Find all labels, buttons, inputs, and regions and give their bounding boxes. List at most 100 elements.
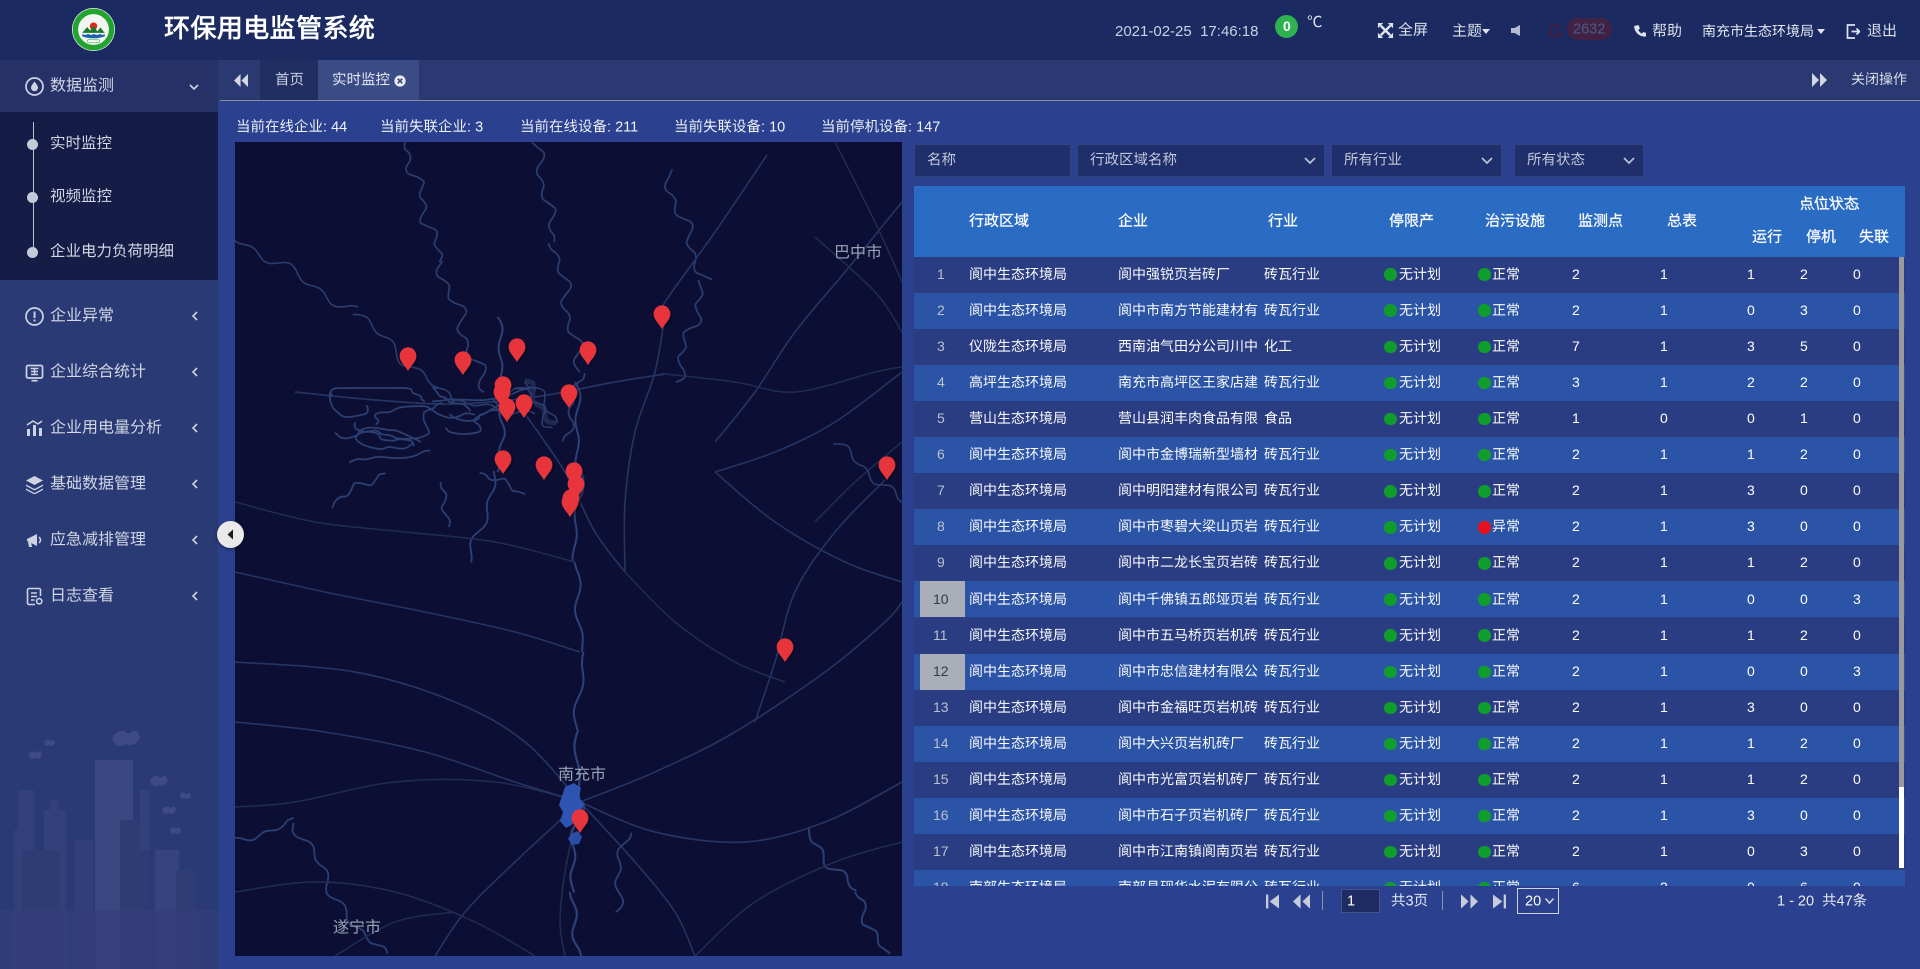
svg-text:4: 4 xyxy=(937,374,945,390)
svg-text:2: 2 xyxy=(1572,301,1580,317)
svg-text:0: 0 xyxy=(1853,374,1861,390)
svg-text:3: 3 xyxy=(1747,518,1755,534)
svg-text:0: 0 xyxy=(1800,482,1808,498)
svg-text:2: 2 xyxy=(1572,699,1580,715)
svg-text:3: 3 xyxy=(475,119,483,135)
svg-text:0: 0 xyxy=(1853,626,1861,642)
svg-text:1: 1 xyxy=(1660,374,1668,390)
svg-text:2: 2 xyxy=(1800,735,1808,751)
svg-text:1: 1 xyxy=(1747,771,1755,787)
svg-text:0: 0 xyxy=(1853,699,1861,715)
svg-text:10: 10 xyxy=(769,119,785,135)
svg-text::: : xyxy=(908,119,912,135)
svg-text:1: 1 xyxy=(1660,626,1668,642)
svg-text:2: 2 xyxy=(1572,518,1580,534)
svg-text:2: 2 xyxy=(1572,663,1580,679)
svg-text:1: 1 xyxy=(1347,893,1355,909)
svg-text:-: - xyxy=(1789,893,1794,909)
svg-text:0: 0 xyxy=(1853,410,1861,426)
svg-text:0: 0 xyxy=(1853,265,1861,281)
svg-text:1: 1 xyxy=(1660,301,1668,317)
svg-text:3: 3 xyxy=(1853,663,1861,679)
svg-text:6: 6 xyxy=(937,446,945,462)
svg-text:2: 2 xyxy=(1800,771,1808,787)
svg-text:0: 0 xyxy=(1853,554,1861,570)
svg-text:5: 5 xyxy=(1800,338,1808,354)
svg-text:1: 1 xyxy=(1747,735,1755,751)
svg-text:13: 13 xyxy=(933,699,949,715)
svg-text:1: 1 xyxy=(1660,446,1668,462)
svg-text:2021-02-25: 2021-02-25 xyxy=(1115,23,1192,40)
svg-text:0: 0 xyxy=(1747,843,1755,859)
svg-text:1: 1 xyxy=(1660,771,1668,787)
svg-text:0: 0 xyxy=(1747,590,1755,606)
svg-text:1: 1 xyxy=(1777,893,1785,909)
svg-text:3: 3 xyxy=(1747,699,1755,715)
svg-text:17:46:18: 17:46:18 xyxy=(1200,23,1258,40)
svg-text:1: 1 xyxy=(1660,265,1668,281)
svg-text:2: 2 xyxy=(1572,554,1580,570)
svg-text:14: 14 xyxy=(933,735,949,751)
svg-text:2: 2 xyxy=(1572,843,1580,859)
svg-text:2: 2 xyxy=(1572,807,1580,823)
svg-text:1: 1 xyxy=(1747,626,1755,642)
svg-text:2: 2 xyxy=(1572,735,1580,751)
svg-text:12: 12 xyxy=(933,663,949,679)
svg-text:3: 3 xyxy=(1747,338,1755,354)
svg-text:3: 3 xyxy=(1853,590,1861,606)
svg-text:1: 1 xyxy=(937,265,945,281)
svg-text:15: 15 xyxy=(933,771,949,787)
svg-text:0: 0 xyxy=(1800,699,1808,715)
svg-text:2: 2 xyxy=(1800,374,1808,390)
svg-text:2: 2 xyxy=(937,301,945,317)
svg-text:2: 2 xyxy=(1572,446,1580,462)
svg-text:2632: 2632 xyxy=(1573,21,1605,37)
svg-text:0: 0 xyxy=(1853,301,1861,317)
svg-text:1: 1 xyxy=(1572,410,1580,426)
svg-text:2: 2 xyxy=(1800,626,1808,642)
svg-text:1: 1 xyxy=(1660,807,1668,823)
svg-text:0: 0 xyxy=(1747,410,1755,426)
svg-text:2: 2 xyxy=(1800,446,1808,462)
svg-text:9: 9 xyxy=(937,554,945,570)
svg-text:0: 0 xyxy=(1800,807,1808,823)
svg-text:0: 0 xyxy=(1853,843,1861,859)
svg-text:3: 3 xyxy=(1800,301,1808,317)
svg-text:2: 2 xyxy=(1747,374,1755,390)
svg-text:147: 147 xyxy=(916,119,940,135)
svg-text:2: 2 xyxy=(1800,265,1808,281)
svg-text:1: 1 xyxy=(1660,590,1668,606)
svg-text:2: 2 xyxy=(1800,554,1808,570)
svg-text:0: 0 xyxy=(1853,446,1861,462)
svg-text:44: 44 xyxy=(331,119,347,135)
svg-text:1: 1 xyxy=(1660,518,1668,534)
svg-text:1: 1 xyxy=(1660,663,1668,679)
svg-text:1: 1 xyxy=(1660,735,1668,751)
svg-text:11: 11 xyxy=(933,626,948,642)
svg-text:5: 5 xyxy=(937,410,945,426)
svg-text:0: 0 xyxy=(1853,807,1861,823)
svg-text:0: 0 xyxy=(1800,663,1808,679)
svg-text:3: 3 xyxy=(1405,893,1413,909)
svg-text:0: 0 xyxy=(1800,590,1808,606)
svg-text:2: 2 xyxy=(1572,482,1580,498)
svg-text::: : xyxy=(607,119,611,135)
svg-text:0: 0 xyxy=(1853,735,1861,751)
svg-text:1: 1 xyxy=(1660,482,1668,498)
svg-text:3: 3 xyxy=(937,338,945,354)
svg-text:16: 16 xyxy=(933,807,949,823)
svg-text:1: 1 xyxy=(1660,843,1668,859)
svg-text:3: 3 xyxy=(1572,374,1580,390)
svg-text:3: 3 xyxy=(1800,843,1808,859)
svg-text:2: 2 xyxy=(1572,265,1580,281)
svg-text:1: 1 xyxy=(1747,265,1755,281)
svg-text:1: 1 xyxy=(1747,446,1755,462)
svg-text::: : xyxy=(761,119,765,135)
svg-text:0: 0 xyxy=(1853,771,1861,787)
svg-text:1: 1 xyxy=(1660,554,1668,570)
svg-text::: : xyxy=(323,119,327,135)
svg-text:3: 3 xyxy=(1747,482,1755,498)
svg-text:0: 0 xyxy=(1800,518,1808,534)
svg-text:0: 0 xyxy=(1853,338,1861,354)
svg-text:7: 7 xyxy=(937,482,945,498)
